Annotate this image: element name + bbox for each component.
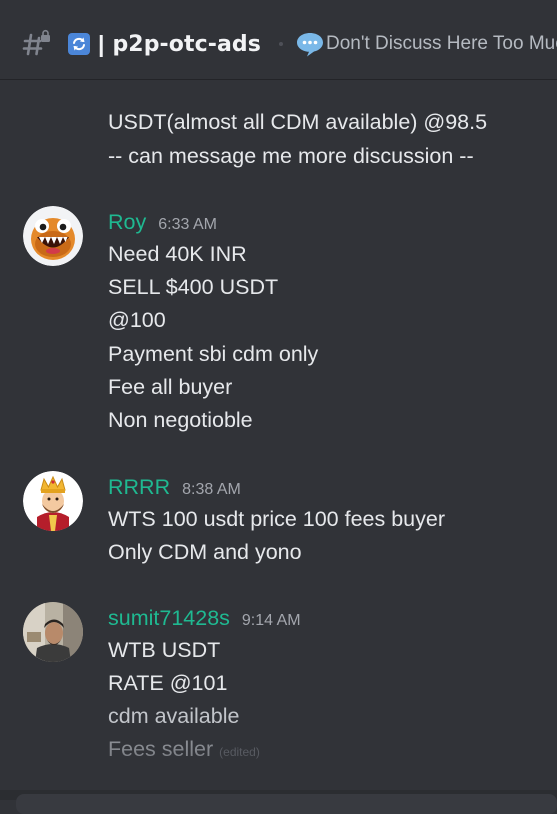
speech-balloon-icon [295, 30, 325, 58]
scroll-fade-overlay [0, 744, 557, 790]
edited-label: (edited) [219, 745, 260, 759]
message-input-edge[interactable] [16, 794, 557, 814]
message-header-sumit71428s: sumit71428s 9:14 AM [108, 606, 301, 631]
message-line: Only CDM and yono [108, 540, 302, 564]
message-line: Fee all buyer [108, 375, 233, 399]
channel-name[interactable]: p2p-otc-ads [112, 32, 261, 57]
username[interactable]: Roy [108, 210, 146, 235]
message-line: USDT(almost all CDM available) @98.5 [108, 110, 488, 134]
message-line: Need 40K INR [108, 242, 247, 266]
message-list[interactable]: USDT(almost all CDM available) @98.5 -- … [0, 80, 557, 800]
message-line: RATE @101 [108, 671, 228, 695]
message-line: WTB USDT [108, 638, 221, 662]
avatar-rrrr[interactable] [23, 471, 83, 531]
channel-header-content: | p2p-otc-ads Don't Discuss Here Too Muc [22, 27, 557, 61]
message-line: Non negotioble [108, 408, 253, 432]
message-line: Fees seller [108, 737, 214, 761]
refresh-emoji-icon [68, 33, 90, 55]
username[interactable]: sumit71428s [108, 606, 230, 631]
timestamp[interactable]: 6:33 AM [158, 216, 217, 234]
message-line: SELL $400 USDT [108, 275, 279, 299]
username[interactable]: RRRR [108, 475, 170, 500]
avatar-roy[interactable] [23, 206, 83, 266]
channel-header: | p2p-otc-ads Don't Discuss Here Too Muc [0, 0, 557, 80]
message-line-edited: Fees seller (edited) [108, 737, 260, 761]
message-header-roy: Roy 6:33 AM [108, 210, 217, 235]
timestamp[interactable]: 8:38 AM [182, 481, 241, 499]
message-composer-edge [0, 790, 557, 814]
channel-topic[interactable]: Don't Discuss Here Too Muc [326, 33, 557, 55]
message-line: @100 [108, 308, 166, 332]
header-dot-divider [278, 42, 283, 46]
message-line: Payment sbi cdm only [108, 342, 319, 366]
message-line: cdm available [108, 704, 240, 728]
message-header-rrrr: RRRR 8:38 AM [108, 475, 241, 500]
avatar-sumit71428s[interactable] [23, 602, 83, 662]
timestamp[interactable]: 9:14 AM [242, 612, 301, 630]
channel-hash-lock-icon[interactable] [22, 29, 52, 59]
message-line: WTS 100 usdt price 100 fees buyer [108, 507, 446, 531]
header-separator-pipe: | [98, 30, 105, 57]
message-line: -- can message me more discussion -- [108, 144, 474, 168]
